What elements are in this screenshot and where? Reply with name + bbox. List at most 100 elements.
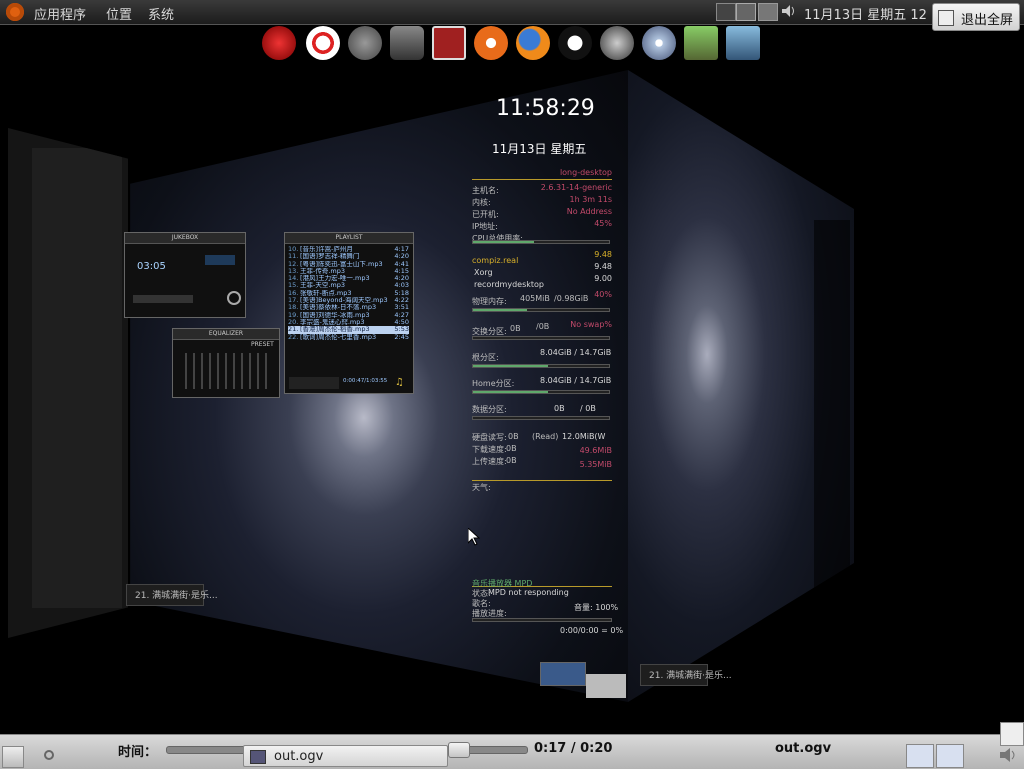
data-bar [472,416,610,420]
playlist-row[interactable]: 19. [国语]刘德华-冰雨.mp3 4:27 [288,311,409,319]
root-value: 8.04GiB / 14.7GiB [540,348,612,357]
playlist-row[interactable]: 15. 王菲-天空.mp3 4:03 [288,282,409,290]
playlist-row[interactable]: 21. [香港]周杰伦-稻香.mp3 5:53 [288,325,409,334]
disk-write: 12.0MiB(W [562,432,606,441]
player-main-window[interactable]: JUKEBOX 03:05 [124,232,246,318]
playlist-row[interactable]: 14. [港风]王力宏-唯一.mp3 4:20 [288,274,409,282]
conky-row-value: 1h 3m 11s [569,195,612,204]
tray-monitor-icon[interactable] [736,3,756,21]
download-label: 下载速度: [472,445,507,454]
playlist-row[interactable]: 20. 李宗盛-鬼迷心窍.mp3 4:50 [288,318,409,326]
equalizer-window[interactable]: EQUALIZER PRESET [172,328,280,398]
tray-display-icon[interactable] [716,3,736,21]
cube-left-face [8,128,128,638]
playlist-row[interactable]: 10. [音乐]许嵩-庐州月 4:17 [288,245,409,253]
system-menu[interactable]: 系统 [148,4,174,23]
mem-total: /0.98GiB [554,294,589,303]
scim-icon[interactable] [1000,722,1024,746]
player-time: 03:05 [137,261,166,272]
process-name: recordmydesktop [474,280,544,289]
seek-thumb[interactable] [448,742,470,758]
track-title: 王菲-传奇.mp3 [300,267,346,275]
face-panel-tray [586,674,626,698]
record-icon[interactable] [44,750,54,760]
download-value: 0B [506,444,517,453]
swap-bar [472,336,610,340]
face-panel-firefox-icon[interactable] [540,662,586,686]
playlist-row[interactable]: 18. [美语]蔡依林-日不落.mp3 3:51 [288,304,409,312]
places-menu[interactable]: 位置 [106,4,132,23]
conky-monitor: 11:58:29 11月13日 星期五 long-desktop 主机名: 2.6… [470,90,623,650]
ubuntu-logo-icon[interactable] [6,3,24,21]
home-bar [472,390,610,394]
process-name: Xorg [474,268,493,277]
track-title: [歌词]周杰伦-七里香.mp3 [300,333,377,341]
volume-icon[interactable] [780,3,796,19]
playlist-note-icon: ♫ [395,377,404,388]
media-player-icon[interactable] [262,26,296,60]
playlist-row[interactable]: 12. [粤语]陈奕迅-富士山下.mp3 4:41 [288,260,409,268]
virtualbox-icon[interactable] [726,26,760,60]
terminal-icon[interactable] [432,26,466,60]
track-title: [香港]周杰伦-稻香.mp3 [300,326,370,334]
conky-row-value: 45% [594,219,612,228]
player-controls[interactable] [133,295,193,303]
show-desktop-icon[interactable] [2,746,24,768]
help-lifebuoy-icon[interactable] [306,26,340,60]
playlist-row[interactable]: 22. [歌词]周杰伦-七里香.mp3 2:45 [288,333,409,341]
playlist-row[interactable]: 11. [国语]罗志祥-精舞门 4:20 [288,252,409,260]
playlist-total-time: 0:00:47/1:03:55 [343,378,388,384]
track-title: 王菲-天空.mp3 [300,282,346,290]
playlist-buttons[interactable] [289,377,339,389]
track-title: 李宗盛-鬼迷心窍.mp3 [300,318,365,326]
firefox-icon[interactable] [516,26,550,60]
gimp-icon[interactable] [348,26,382,60]
track-title: [美语]蔡依林-日不落.mp3 [300,304,377,312]
exit-fullscreen-button[interactable]: 退出全屏 [932,3,1020,31]
taskbar-firefox-icon[interactable] [906,744,934,768]
mpd-progress-bar [472,618,612,622]
playlist-window[interactable]: PLAYLIST 10. [音乐]许嵩-庐州月 4:17 11. [国语]罗志祥-精舞门… [284,232,414,394]
track-title: [美语]Beyond-海阔天空.mp3 [300,297,388,305]
playback-position: 0:17 / 0:20 [534,741,613,756]
upload-value: 0B [506,456,517,465]
mem-bar [472,308,610,312]
eq-sliders[interactable] [185,353,269,389]
music-icon[interactable] [600,26,634,60]
playlist-row[interactable]: 13. 王菲-传奇.mp3 4:15 [288,267,409,275]
data-value: 0B [554,404,565,413]
swap-used: 0B [510,324,521,333]
camera-icon[interactable] [390,26,424,60]
player-volume-knob[interactable] [227,291,241,305]
upload-label: 上传速度: [472,457,507,466]
video-file-icon [250,750,266,764]
swap-status: No swap% [570,320,612,329]
playlist-row[interactable]: 17. [美语]Beyond-海阔天空.mp3 4:22 [288,296,409,305]
qq-icon[interactable] [558,26,592,60]
disc-burner-icon[interactable] [642,26,676,60]
conky-divider [472,179,612,180]
swap-total: /0B [536,322,550,331]
mpd-status: MPD not responding [488,588,569,597]
panel-clock[interactable]: 11月13日 星期五 12 [804,4,927,23]
track-title: [音乐]许嵩-庐州月 [300,246,353,253]
playlist-row[interactable]: 16. 张敬轩-断点.mp3 5:18 [288,289,409,297]
process-name: compiz.real [472,256,519,265]
bottom-volume-icon[interactable] [998,746,1020,764]
conky-divider-2 [472,480,612,481]
eq-preset-label[interactable]: PRESET [251,341,274,348]
track-title: [粤语]陈奕迅-富士山下.mp3 [300,260,383,268]
applications-menu[interactable]: 应用程序 [34,4,86,23]
taskbar-terminal-icon[interactable] [936,744,964,768]
books-icon[interactable] [684,26,718,60]
ubuntu-icon[interactable] [474,26,508,60]
player-display [205,255,235,265]
conky-row-label: 内核: [472,198,491,207]
top-panel: 应用程序 位置 系统 11月13日 星期五 12 [0,0,1024,25]
face-taskbar-item[interactable]: 21. 满城满街·是乐... [126,584,218,606]
track-title: 张敬轩-断点.mp3 [300,289,352,297]
taskbar-out-ogv[interactable]: out.ogv [243,745,448,767]
conky-row-value: 2.6.31-14-generic [540,183,612,192]
right-face-taskbar-item[interactable]: 21. 满城满街·是乐... [640,664,732,686]
tray-network-icon[interactable] [758,3,778,21]
